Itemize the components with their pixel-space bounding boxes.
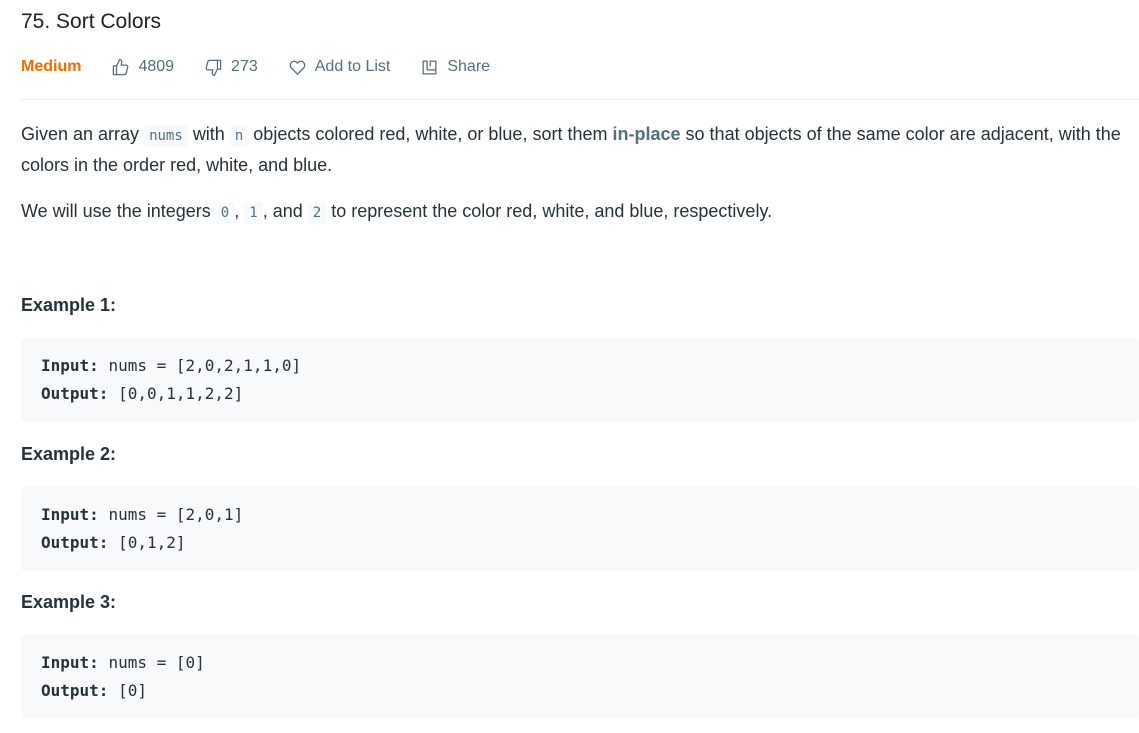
dislike-button[interactable]: 273 — [204, 58, 258, 77]
input-label: Input: — [41, 653, 99, 672]
input-value: nums = [2,0,2,1,1,0] — [108, 356, 302, 375]
output-value: [0] — [118, 681, 147, 700]
example-1-block: Input: nums = [2,0,2,1,1,0] Output: [0,0… — [21, 338, 1139, 422]
like-count: 4809 — [138, 58, 175, 75]
example-output-line: Output: [0,0,1,1,2,2] — [41, 380, 1119, 408]
share-button[interactable]: Share — [420, 58, 490, 77]
output-label: Output: — [41, 681, 109, 700]
in-place-highlight: in-place — [612, 124, 681, 144]
difficulty-badge: Medium — [21, 58, 82, 75]
output-value: [0,0,1,1,2,2] — [118, 384, 244, 403]
inline-code-nums: nums — [144, 125, 188, 147]
problem-meta-bar: Medium 4809 273 Add to List Share — [21, 56, 520, 78]
thumbs-up-icon — [113, 58, 129, 75]
add-to-list-button[interactable]: Add to List — [288, 58, 391, 77]
desc-text: , — [234, 201, 240, 221]
example-2-block: Input: nums = [2,0,1] Output: [0,1,2] — [21, 487, 1139, 571]
desc-text: Given an array — [21, 124, 140, 144]
inline-code-0: 0 — [215, 202, 235, 224]
example-input-line: Input: nums = [2,0,2,1,1,0] — [41, 352, 1119, 380]
like-button[interactable]: 4809 — [111, 58, 174, 77]
input-label: Input: — [41, 505, 99, 524]
input-value: nums = [0] — [108, 653, 205, 672]
thumbs-down-icon — [205, 59, 222, 76]
description-paragraph-2: We will use the integers 0, 1, and 2 to … — [21, 197, 1131, 228]
input-label: Input: — [41, 356, 99, 375]
problem-page: 75. Sort Colors Medium 4809 273 Add to L… — [0, 0, 1139, 733]
example-input-line: Input: nums = [0] — [41, 649, 1119, 677]
share-label: Share — [447, 58, 491, 75]
example-3-block: Input: nums = [0] Output: [0] — [21, 635, 1139, 719]
example-1-heading: Example 1: — [21, 295, 117, 315]
output-label: Output: — [41, 384, 109, 403]
description-paragraph-1: Given an array nums with n objects color… — [21, 120, 1131, 180]
input-value: nums = [2,0,1] — [108, 505, 244, 524]
header-divider — [21, 99, 1139, 100]
example-input-line: Input: nums = [2,0,1] — [41, 501, 1119, 529]
output-value: [0,1,2] — [118, 533, 186, 552]
example-output-line: Output: [0,1,2] — [41, 529, 1119, 557]
heart-icon — [289, 60, 306, 75]
inline-code-n: n — [229, 125, 249, 147]
example-2-heading: Example 2: — [21, 444, 117, 464]
share-icon — [422, 60, 437, 74]
inline-code-2: 2 — [307, 202, 327, 224]
inline-code-1: 1 — [244, 202, 263, 224]
desc-text: , and — [262, 201, 303, 221]
desc-text: We will use the integers — [21, 201, 211, 221]
add-to-list-label: Add to List — [314, 58, 391, 75]
problem-title: 75. Sort Colors — [21, 10, 162, 33]
example-3-heading: Example 3: — [21, 592, 117, 612]
desc-text: with — [192, 124, 225, 144]
desc-text: objects colored red, white, or blue, sor… — [253, 124, 608, 144]
example-output-line: Output: [0] — [41, 677, 1119, 705]
dislike-count: 273 — [231, 58, 258, 75]
desc-text: to represent the color red, white, and b… — [331, 201, 773, 221]
output-label: Output: — [41, 533, 109, 552]
